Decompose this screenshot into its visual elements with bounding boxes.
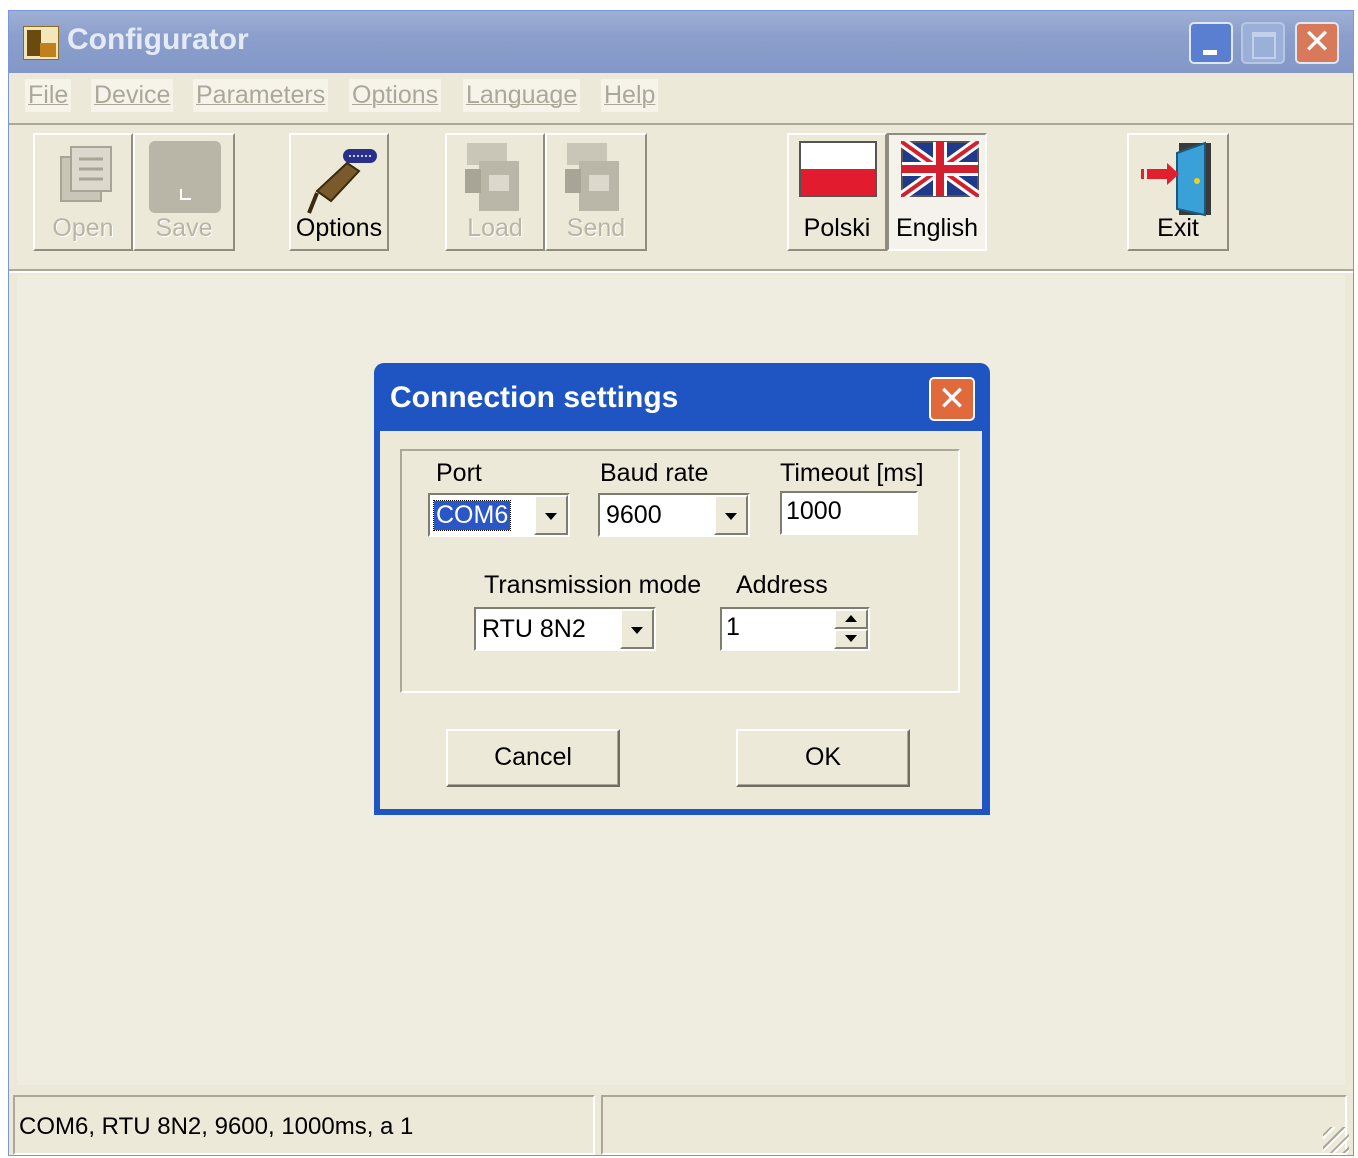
english-button[interactable]: English xyxy=(887,133,987,251)
toolbar: Open Save Options Load Send Polski Engli… xyxy=(9,125,1353,275)
exit-label: Exit xyxy=(1157,214,1199,242)
baud-rate-label: Baud rate xyxy=(600,459,709,487)
menu-parameters[interactable]: Parameters xyxy=(193,79,329,112)
baud-rate-value: 9600 xyxy=(606,501,662,529)
maximize-icon xyxy=(1252,32,1276,59)
load-icon xyxy=(465,143,519,211)
transmission-mode-value: RTU 8N2 xyxy=(482,615,586,643)
menu-options[interactable]: Options xyxy=(349,79,442,112)
settings-group: Port COM6 Baud rate 9600 Timeout [ms] 10… xyxy=(400,449,960,693)
status-pane-secondary xyxy=(601,1095,1347,1155)
status-pane-main: COM6, RTU 8N2, 9600, 1000ms, a 1 xyxy=(13,1095,595,1155)
arrow-down-icon xyxy=(845,635,857,642)
dialog-title: Connection settings xyxy=(390,381,679,414)
exit-door-icon xyxy=(1141,141,1211,217)
app-icon[interactable] xyxy=(23,26,59,60)
polish-flag-icon xyxy=(799,141,877,197)
status-text: COM6, RTU 8N2, 9600, 1000ms, a 1 xyxy=(19,1113,414,1140)
dialog-body: Port COM6 Baud rate 9600 Timeout [ms] 10… xyxy=(380,431,982,809)
baud-rate-dropdown-button[interactable] xyxy=(714,495,748,535)
connector-icon xyxy=(307,149,377,214)
exit-button[interactable]: Exit xyxy=(1127,133,1229,251)
send-button[interactable]: Send xyxy=(545,133,647,251)
port-select[interactable]: COM6 xyxy=(428,493,570,537)
transmission-mode-dropdown-button[interactable] xyxy=(620,609,654,649)
menu-language[interactable]: Language xyxy=(463,79,581,112)
connection-settings-dialog: Connection settings ✕ Port COM6 Baud rat… xyxy=(374,363,990,815)
address-spinner[interactable]: 1 xyxy=(720,607,870,651)
port-label: Port xyxy=(436,459,482,487)
minimize-icon xyxy=(1203,50,1217,55)
chevron-down-icon xyxy=(725,513,737,520)
address-up-button[interactable] xyxy=(834,609,868,629)
english-label: English xyxy=(896,214,978,242)
title-bar[interactable]: Configurator ✕ xyxy=(9,11,1353,73)
status-bar: COM6, RTU 8N2, 9600, 1000ms, a 1 xyxy=(9,1087,1353,1155)
timeout-input[interactable]: 1000 xyxy=(780,491,918,535)
window-title: Configurator xyxy=(67,23,249,56)
options-button[interactable]: Options xyxy=(289,133,389,251)
minimize-button[interactable] xyxy=(1189,22,1233,64)
menu-file[interactable]: File xyxy=(25,79,72,112)
maximize-button xyxy=(1241,22,1285,64)
address-label: Address xyxy=(736,571,828,599)
resize-grip-icon[interactable] xyxy=(1323,1127,1349,1153)
ok-button[interactable]: OK xyxy=(736,729,910,787)
close-button[interactable]: ✕ xyxy=(1295,22,1339,64)
save-icon xyxy=(149,141,221,213)
dialog-close-button[interactable]: ✕ xyxy=(929,377,975,421)
open-label: Open xyxy=(52,214,114,242)
port-value: COM6 xyxy=(432,500,512,531)
open-button[interactable]: Open xyxy=(33,133,133,251)
arrow-up-icon xyxy=(845,615,857,622)
send-label: Send xyxy=(566,214,626,242)
polski-label: Polski xyxy=(803,214,871,242)
load-label: Load xyxy=(467,214,523,242)
polski-button[interactable]: Polski xyxy=(787,133,887,251)
configurator-window: Configurator ✕ File Device Parameters Op… xyxy=(8,10,1354,1156)
close-icon: ✕ xyxy=(1302,22,1332,62)
timeout-label: Timeout [ms] xyxy=(780,459,924,487)
cancel-button[interactable]: Cancel xyxy=(446,729,620,787)
menu-help[interactable]: Help xyxy=(601,79,659,112)
menu-device[interactable]: Device xyxy=(91,79,174,112)
send-icon xyxy=(565,143,619,211)
options-label: Options xyxy=(295,214,383,242)
address-down-button[interactable] xyxy=(834,629,868,649)
port-dropdown-button[interactable] xyxy=(534,495,568,535)
transmission-mode-label: Transmission mode xyxy=(484,571,702,599)
uk-flag-icon xyxy=(901,141,979,197)
load-button[interactable]: Load xyxy=(445,133,545,251)
toolbar-separator-highlight xyxy=(9,271,1353,273)
address-value: 1 xyxy=(726,613,740,641)
baud-rate-select[interactable]: 9600 xyxy=(598,493,750,537)
save-button[interactable]: Save xyxy=(133,133,235,251)
chevron-down-icon xyxy=(631,627,643,634)
save-label: Save xyxy=(155,214,213,242)
dialog-close-icon: ✕ xyxy=(937,379,967,419)
transmission-mode-select[interactable]: RTU 8N2 xyxy=(474,607,656,651)
open-icon xyxy=(60,146,112,202)
timeout-value: 1000 xyxy=(786,497,842,525)
chevron-down-icon xyxy=(545,513,557,520)
